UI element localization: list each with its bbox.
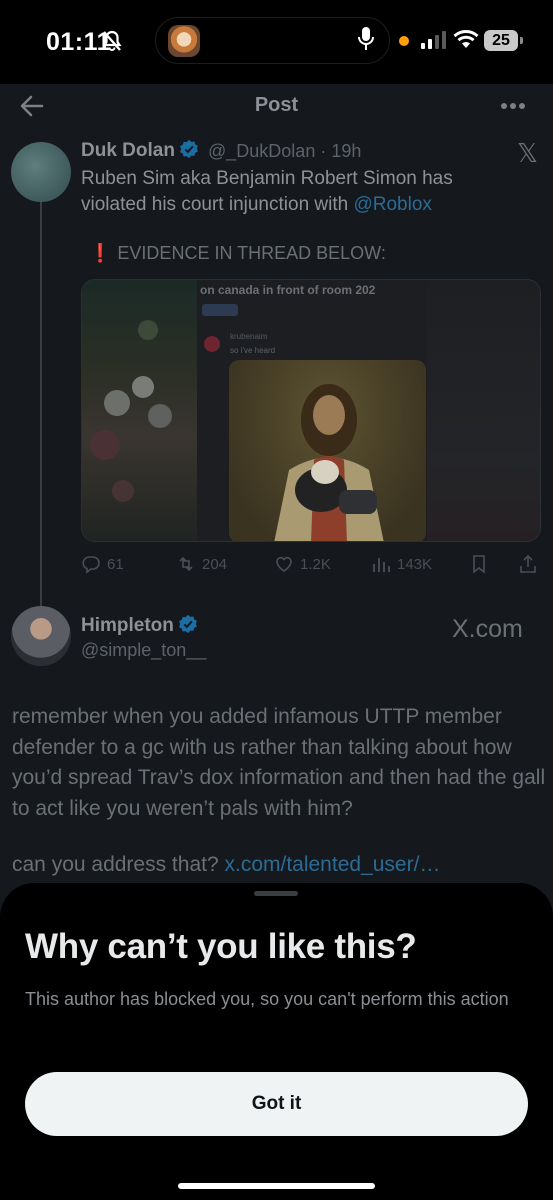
sheet-grabber[interactable] (254, 891, 298, 896)
media-flowers-panel (82, 280, 197, 541)
post-text: Ruben Sim aka Benjamin Robert Simon has … (81, 166, 521, 218)
verified-badge-icon (180, 139, 198, 159)
bookmark-icon (473, 555, 485, 574)
sheet-description: This author has blocked you, so you can'… (25, 989, 509, 1009)
reply-count: 61 (107, 555, 124, 573)
author-name-text: Himpleton (81, 615, 174, 636)
home-indicator[interactable] (178, 1183, 375, 1189)
dynamic-island[interactable] (155, 17, 390, 64)
bookmark-action[interactable] (469, 554, 489, 574)
screen: 01:11 25 Post Duk Dolan @_DukDolan · 19h… (0, 0, 553, 1200)
views-icon (373, 558, 390, 572)
bell-slash-icon (102, 30, 122, 51)
chat-username: krubenaim (230, 332, 268, 341)
island-app-icon (168, 25, 200, 57)
chat-image (229, 360, 426, 541)
battery-icon: 25 (484, 30, 518, 51)
verified-badge-icon (178, 614, 197, 634)
orange-dot (399, 36, 409, 46)
repost-action[interactable]: 204 (176, 554, 227, 574)
post-media-image[interactable]: on canada in front of room 202 krubenaim… (81, 279, 541, 542)
chat-image-illustration (274, 384, 384, 541)
views-action[interactable]: 143K (371, 554, 432, 574)
author-handle[interactable]: @_DukDolan · 19h (208, 141, 361, 162)
reply-icon (82, 556, 100, 574)
battery-cap (520, 37, 523, 44)
share-icon (520, 554, 536, 573)
like-action[interactable]: 1.2K (274, 554, 331, 574)
post-text: remember when you added infamous UTTP me… (12, 705, 546, 820)
media-right-panel (427, 280, 540, 541)
sheet-title: Why can’t you like this? (25, 927, 417, 966)
chat-avatar (204, 336, 220, 352)
author-handle[interactable]: @simple_ton__ (81, 640, 206, 661)
views-count: 143K (397, 555, 433, 573)
post-actions: 61 204 1.2K 143K (81, 554, 541, 576)
got-it-button[interactable]: Got it (25, 1072, 528, 1136)
post-text-second: can you address that? x.com/talented_use… (12, 853, 440, 877)
repost-count: 204 (202, 555, 228, 573)
post-link[interactable]: x.com/talented_user/… (224, 853, 440, 876)
author-name[interactable]: Himpleton (81, 614, 198, 637)
avatar[interactable] (11, 142, 71, 202)
more-horizontal-icon[interactable] (500, 102, 526, 110)
bottom-sheet: Why can’t you like this? This author has… (0, 883, 553, 1200)
post-evidence-line: ❗ EVIDENCE IN THREAD BELOW: (89, 243, 386, 264)
signal-icon (421, 31, 446, 49)
status-bar: 01:11 25 (0, 0, 553, 84)
chat-message: so i've heard (230, 346, 276, 355)
page-title: Post (254, 94, 299, 116)
reply-action[interactable]: 61 (81, 554, 124, 574)
exclamation-icon: ❗ (89, 243, 112, 263)
author-name-text: Duk Dolan (81, 140, 175, 161)
repost-icon (179, 556, 193, 572)
like-count: 1.2K (300, 555, 331, 573)
thread-line (40, 200, 42, 606)
x-logo-icon: 𝕏 (517, 138, 538, 168)
avatar[interactable] (11, 606, 71, 666)
wifi-icon (453, 30, 479, 48)
heart-icon (276, 556, 292, 572)
post-text-question: can you address that? (12, 853, 225, 876)
author-name[interactable]: Duk Dolan (81, 139, 199, 162)
chat-title: on canada in front of room 202 (200, 283, 376, 297)
source-label: X.com (452, 615, 523, 643)
evidence-text: EVIDENCE IN THREAD BELOW: (117, 243, 386, 263)
mention-link[interactable]: @Roblox (353, 194, 431, 215)
chat-chip (202, 304, 238, 316)
microphone-icon (358, 27, 374, 50)
share-action[interactable] (518, 554, 538, 574)
